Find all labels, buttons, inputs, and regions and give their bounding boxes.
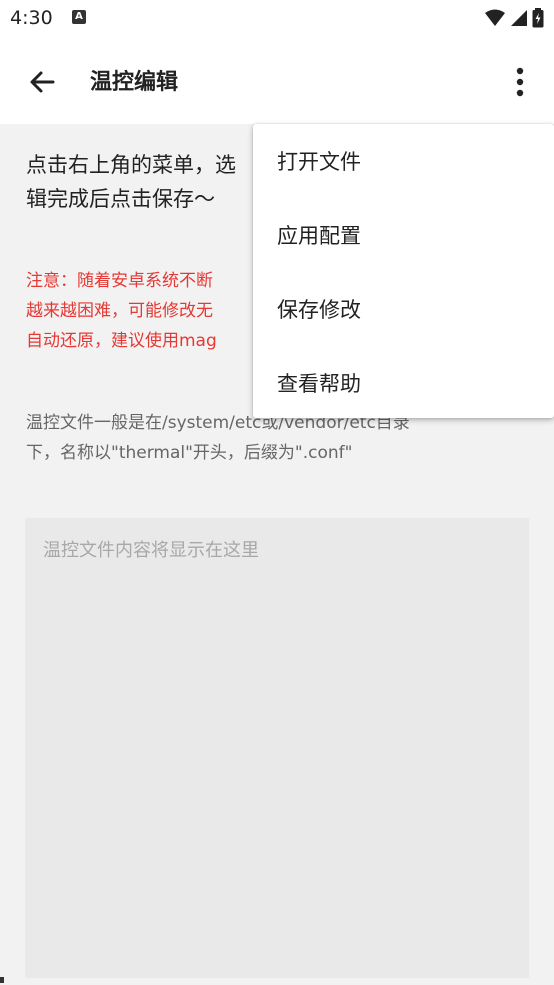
status-time: 4:30	[10, 7, 53, 29]
overflow-menu-button[interactable]	[500, 60, 540, 104]
back-button[interactable]	[20, 60, 64, 104]
arrow-left-icon	[30, 71, 55, 93]
menu-item-save-changes[interactable]: 保存修改	[253, 272, 554, 346]
signal-icon	[511, 10, 527, 26]
overflow-menu: 打开文件 应用配置 保存修改 查看帮助	[253, 124, 554, 418]
page-title: 温控编辑	[90, 70, 179, 95]
more-vertical-icon	[516, 67, 524, 97]
path-line-2: 下，名称以"thermal"开头，后缀为".conf"	[26, 443, 353, 463]
edge-mark	[0, 977, 4, 983]
wifi-icon	[485, 9, 505, 26]
status-icons	[484, 8, 544, 28]
status-bar: 4:30 A	[0, 0, 554, 38]
thermal-config-editor[interactable]	[25, 518, 529, 978]
app-bar: 温控编辑	[0, 38, 554, 124]
menu-item-view-help[interactable]: 查看帮助	[253, 346, 554, 420]
a-icon: A	[72, 10, 86, 24]
menu-item-open-file[interactable]: 打开文件	[253, 124, 554, 198]
menu-item-apply-config[interactable]: 应用配置	[253, 198, 554, 272]
battery-icon	[532, 8, 544, 28]
